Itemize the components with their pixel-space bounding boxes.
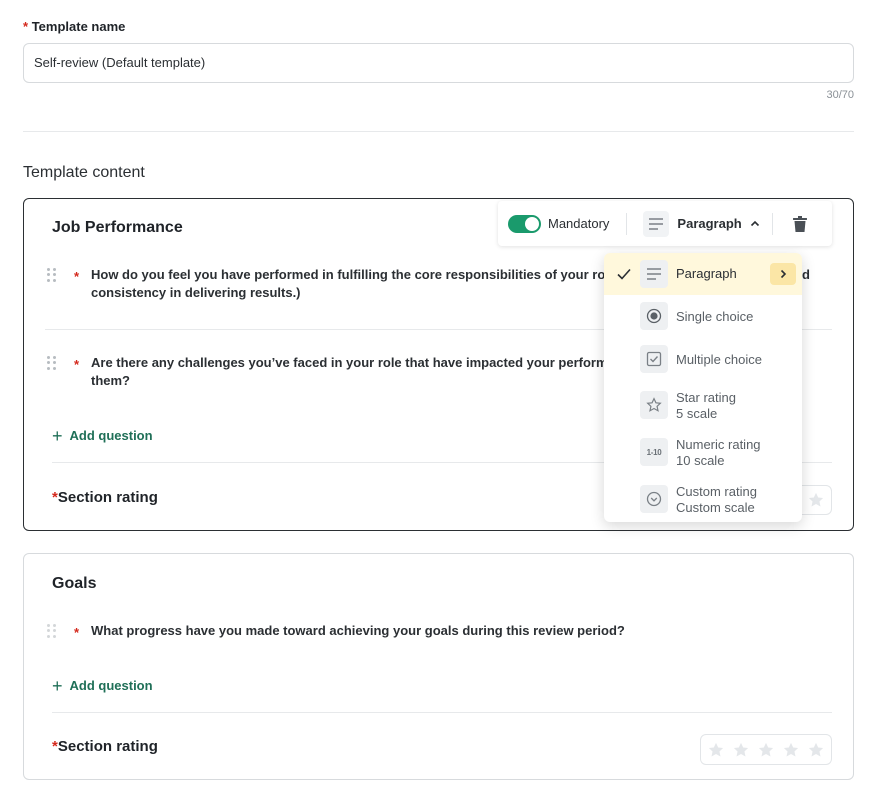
question-text[interactable]: Are there any challenges you’ve faced in…	[91, 354, 604, 372]
check-icon	[617, 268, 631, 280]
question-text[interactable]: How do you feel you have performed in fu…	[91, 266, 624, 284]
star-icon[interactable]	[782, 741, 800, 759]
star-icon[interactable]	[807, 741, 825, 759]
mandatory-toggle[interactable]	[508, 214, 541, 233]
menu-item-label: Multiple choice	[676, 352, 762, 367]
chevron-circle-icon	[640, 485, 668, 513]
menu-item-title: Custom rating	[676, 484, 757, 499]
question-text[interactable]: What progress have you made toward achie…	[91, 622, 625, 640]
menu-item-paragraph[interactable]: Paragraph	[604, 253, 802, 295]
template-name-input[interactable]: Self-review (Default template)	[23, 43, 854, 83]
numeric-icon: 1-10	[640, 438, 668, 466]
menu-item-label: Custom rating Custom scale	[676, 484, 757, 516]
question-line-2: consistency in delivering results.)	[91, 285, 301, 300]
section-title: Goals	[52, 575, 97, 592]
star-icon	[640, 391, 668, 419]
question-line-1: What progress have you made toward achie…	[91, 623, 625, 638]
star-icon[interactable]	[732, 741, 750, 759]
star-icon[interactable]	[707, 741, 725, 759]
paragraph-icon	[643, 210, 670, 237]
section-rating-label: *Section rating	[52, 738, 158, 755]
checkbox-icon	[640, 345, 668, 373]
menu-item-multiple-choice[interactable]: Multiple choice	[604, 345, 802, 375]
menu-item-single-choice[interactable]: Single choice	[604, 302, 802, 332]
drag-handle-icon[interactable]	[47, 624, 57, 638]
section-rating-text: Section rating	[57, 489, 158, 506]
question-type-dropdown[interactable]: Paragraph	[643, 210, 759, 237]
star-icon[interactable]	[757, 741, 775, 759]
template-name-value: Self-review (Default template)	[34, 55, 206, 70]
toolbar-separator	[771, 212, 773, 235]
paragraph-icon	[640, 260, 668, 288]
add-question-button[interactable]: + Add question	[52, 675, 153, 696]
plus-icon: +	[52, 425, 63, 446]
divider	[52, 712, 832, 713]
section-title: Job Performance	[52, 219, 183, 236]
char-counter: 30/70	[826, 89, 854, 101]
question-line-1-tail: d	[802, 267, 810, 282]
required-mark: *	[23, 19, 29, 34]
toolbar-separator	[626, 212, 628, 235]
section-rating-stars[interactable]	[700, 734, 832, 765]
chevron-up-icon	[750, 220, 759, 226]
menu-item-title: Numeric rating	[676, 437, 761, 452]
section-rating-label: *Section rating	[52, 489, 158, 506]
add-question-button[interactable]: + Add question	[52, 425, 153, 446]
template-content-title: Template content	[23, 164, 145, 181]
radio-icon	[640, 302, 668, 330]
menu-item-subtitle: Custom scale	[676, 500, 755, 515]
required-mark: *	[74, 357, 80, 372]
question-line-1: Are there any challenges you’ve faced in…	[91, 355, 604, 370]
question-toolbar: Mandatory Paragraph	[498, 201, 832, 246]
required-mark: *	[74, 625, 80, 640]
menu-item-star-rating[interactable]: Star rating 5 scale	[604, 390, 802, 422]
menu-item-label: Paragraph	[676, 266, 737, 281]
menu-item-title: Star rating	[676, 390, 736, 405]
add-question-label: Add question	[69, 428, 153, 443]
chevron-right-icon[interactable]	[770, 263, 796, 285]
drag-handle-icon[interactable]	[47, 356, 57, 370]
question-type-menu: Paragraph Single choice Multiple choice …	[604, 253, 802, 522]
divider	[23, 131, 854, 132]
template-name-label: * Template name	[23, 19, 125, 34]
menu-item-label: Star rating 5 scale	[676, 390, 736, 422]
add-question-label: Add question	[69, 678, 153, 693]
template-name-label-text: Template name	[31, 19, 126, 34]
menu-item-subtitle: 5 scale	[676, 406, 718, 421]
trash-icon[interactable]	[792, 215, 807, 232]
question-line-2: them?	[91, 373, 130, 388]
menu-item-numeric-rating[interactable]: 1-10 Numeric rating 10 scale	[604, 437, 802, 469]
drag-handle-icon[interactable]	[47, 268, 57, 282]
star-icon[interactable]	[807, 491, 825, 509]
section-rating-text: Section rating	[57, 738, 158, 755]
menu-item-custom-rating[interactable]: Custom rating Custom scale	[604, 484, 802, 516]
menu-item-subtitle: 10 scale	[676, 453, 725, 468]
menu-item-label: Single choice	[676, 309, 754, 324]
question-line-1: How do you feel you have performed in fu…	[91, 267, 625, 282]
question-type-label: Paragraph	[677, 216, 742, 231]
plus-icon: +	[52, 675, 63, 696]
mandatory-label: Mandatory	[548, 216, 610, 231]
required-mark: *	[74, 269, 80, 284]
menu-item-label: Numeric rating 10 scale	[676, 437, 761, 469]
